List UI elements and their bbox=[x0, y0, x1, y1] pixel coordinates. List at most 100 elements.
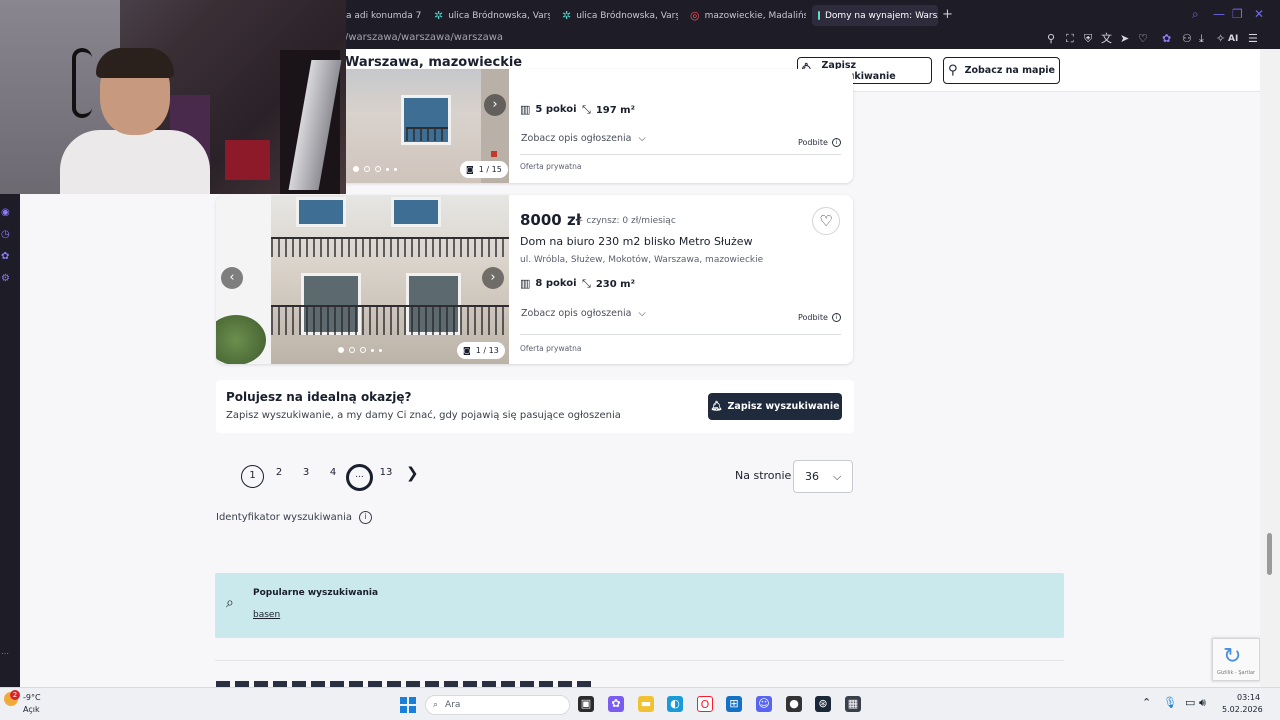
star-icon: ✲ bbox=[434, 9, 444, 22]
scrollbar-thumb[interactable] bbox=[1267, 533, 1272, 575]
pin-icon[interactable]: ⚲ bbox=[1047, 31, 1055, 47]
browser-tab[interactable]: ◎ mazowieckie, Madaliński bbox=[684, 5, 806, 26]
calculator-icon[interactable]: ▦ bbox=[845, 696, 861, 712]
description-toggle[interactable]: Zobacz opis ogłoszenia ⌵ bbox=[521, 308, 646, 319]
per-page-select[interactable]: 36 ⌵ bbox=[793, 460, 853, 493]
start-button[interactable] bbox=[400, 697, 416, 713]
download-icon[interactable]: ⤓ bbox=[1199, 31, 1204, 47]
popular-search-link[interactable]: basen bbox=[253, 610, 280, 620]
opera-icon[interactable]: O bbox=[697, 696, 713, 712]
file-explorer-icon[interactable]: ▬ bbox=[638, 696, 654, 712]
per-page-value: 36 bbox=[805, 470, 819, 483]
promo-save-search-button[interactable]: 🔔︎ Zapisz wyszukiwanie bbox=[708, 393, 842, 420]
task-view-icon[interactable]: ▣ bbox=[578, 696, 594, 712]
browser-tab[interactable]: a adi konumda 772 bbox=[340, 5, 422, 26]
url-field[interactable]: /warszawa/warszawa/warszawa bbox=[345, 32, 503, 43]
show-map-button[interactable]: ⚲ Zobacz na mapie bbox=[943, 57, 1060, 84]
search-icon: ⌕ bbox=[226, 595, 234, 611]
browser-tab-active[interactable]: Domy na wynajem: Warsz bbox=[812, 5, 938, 26]
steam-icon[interactable]: ⊛ bbox=[815, 696, 831, 712]
monitor-icon[interactable]: ▭ bbox=[1185, 697, 1195, 709]
page-button[interactable]: 13 bbox=[376, 467, 396, 478]
photo-next-button[interactable]: › bbox=[482, 267, 504, 289]
translate-icon[interactable]: 文 bbox=[1101, 31, 1112, 47]
photo-dots bbox=[338, 347, 382, 353]
recaptcha-badge[interactable]: ↻ Gizlilik - Şartlar bbox=[1212, 638, 1260, 681]
more-icon[interactable]: ⋯ bbox=[1, 649, 9, 658]
chevron-down-icon: ⌵ bbox=[638, 308, 646, 319]
description-toggle[interactable]: Zobacz opis ogłoszenia ⌵ bbox=[521, 133, 646, 144]
chevron-up-icon[interactable]: ⌃ bbox=[1142, 697, 1151, 709]
ai-icon[interactable]: ✧ bbox=[1216, 31, 1225, 47]
clock-time[interactable]: 03:14 bbox=[1237, 693, 1260, 702]
info-icon[interactable]: i bbox=[831, 138, 841, 147]
taskbar-search[interactable]: ⌕ Ara bbox=[425, 695, 570, 715]
photo-dot bbox=[379, 348, 382, 352]
page-button[interactable]: 4 bbox=[323, 467, 343, 478]
minimize-icon[interactable]: — bbox=[1213, 8, 1225, 20]
bell-icon: 🔔︎ bbox=[710, 401, 723, 412]
page-ellipsis-button[interactable]: ... bbox=[346, 464, 373, 491]
snapshot-icon[interactable]: ⛶ bbox=[1066, 31, 1074, 47]
extensions-icon[interactable]: ✿ bbox=[1162, 31, 1171, 47]
show-map-label: Zobacz na mapie bbox=[964, 65, 1055, 76]
site-icon bbox=[818, 11, 820, 20]
search-id: Identyfikator wyszukiwania i bbox=[216, 511, 373, 524]
listing-title[interactable]: Dom na biuro 230 m2 blisko Metro Służew bbox=[520, 235, 753, 248]
location-title: Warszawa, mazowieckie bbox=[345, 55, 523, 70]
account-icon[interactable]: ⚇ bbox=[1182, 31, 1192, 47]
bumped-label: Podbite bbox=[798, 313, 828, 322]
photo-prev-button[interactable]: ‹ bbox=[221, 267, 243, 289]
promo-text: Zapisz wyszukiwanie, a my damy Ci znać, … bbox=[226, 410, 621, 421]
search-icon[interactable]: ⌕ bbox=[1192, 8, 1199, 20]
clock-date[interactable]: 5.02.2026 bbox=[1222, 705, 1263, 714]
rooms-icon: ▥ bbox=[520, 103, 531, 116]
send-icon[interactable]: ➤ bbox=[1120, 31, 1129, 47]
listing-photo[interactable]: ‹ › ◙ 1 / 13 bbox=[216, 195, 509, 364]
menu-icon[interactable]: ☰ bbox=[1248, 31, 1258, 47]
settings-icon[interactable]: ◉ bbox=[1, 207, 10, 218]
info-icon[interactable]: i bbox=[359, 511, 373, 524]
info-icon[interactable]: i bbox=[831, 313, 841, 322]
photo-next-button[interactable]: › bbox=[484, 94, 506, 116]
page-button[interactable]: 2 bbox=[269, 467, 289, 478]
tab-label: Domy na wynajem: Warsz bbox=[825, 10, 938, 21]
heart-icon[interactable]: ♡ bbox=[1138, 31, 1148, 47]
extensions-icon[interactable]: ✿ bbox=[1, 251, 9, 262]
opera-icon: ◎ bbox=[690, 9, 700, 22]
weather-temp: -9°C bbox=[23, 693, 41, 702]
gear-icon[interactable]: ⚙ bbox=[1, 273, 10, 284]
page-button[interactable]: 3 bbox=[296, 467, 316, 478]
ai-label[interactable]: AI bbox=[1228, 31, 1238, 47]
app-icon[interactable]: ● bbox=[786, 696, 802, 712]
webcam-person-body bbox=[60, 130, 210, 194]
close-icon[interactable]: ✕ bbox=[1254, 8, 1264, 20]
tab-label: ulica Bródnowska, Varşov bbox=[576, 10, 678, 21]
speaker-icon[interactable]: 🔊︎ bbox=[1199, 697, 1206, 709]
discord-icon[interactable]: ☺ bbox=[756, 696, 772, 712]
area-spec: ⤡ 230 m² bbox=[582, 277, 635, 291]
favorite-button[interactable]: ♡ bbox=[812, 207, 840, 235]
page-button-current[interactable]: 1 bbox=[241, 465, 264, 488]
microphone-icon[interactable]: 🎙︎ bbox=[1163, 697, 1177, 709]
tab-label: mazowieckie, Madaliński bbox=[704, 10, 806, 21]
browser-tab[interactable]: ✲ ulica Bródnowska, Varşov bbox=[556, 5, 678, 26]
store-icon[interactable]: ⊞ bbox=[726, 696, 742, 712]
webcam-overlay bbox=[0, 0, 346, 194]
shield-icon[interactable]: ⛨ bbox=[1084, 31, 1092, 47]
photo-counter: ◙ 1 / 13 bbox=[457, 342, 505, 359]
star-icon: ✲ bbox=[562, 9, 572, 22]
history-icon[interactable]: ◷ bbox=[1, 229, 10, 240]
next-page-button[interactable]: ❯ bbox=[406, 464, 419, 482]
restore-icon[interactable]: ❐ bbox=[1232, 8, 1243, 20]
copilot-icon[interactable]: ✿ bbox=[608, 696, 624, 712]
map-pin-icon: ⚲ bbox=[948, 63, 958, 78]
edge-icon[interactable]: ◐ bbox=[667, 696, 683, 712]
page-scrollbar[interactable] bbox=[1260, 49, 1280, 687]
divider bbox=[520, 334, 841, 335]
browser-tab[interactable]: ✲ ulica Bródnowska, Varşov bbox=[428, 5, 550, 26]
search-id-label: Identyfikator wyszukiwania bbox=[216, 512, 353, 523]
photo-dot bbox=[360, 347, 366, 353]
new-tab-button[interactable]: + bbox=[942, 8, 953, 21]
listing-card[interactable]: ‹ › ◙ 1 / 13 8000 zł + czynsz: 0 zł/mies… bbox=[216, 195, 853, 364]
